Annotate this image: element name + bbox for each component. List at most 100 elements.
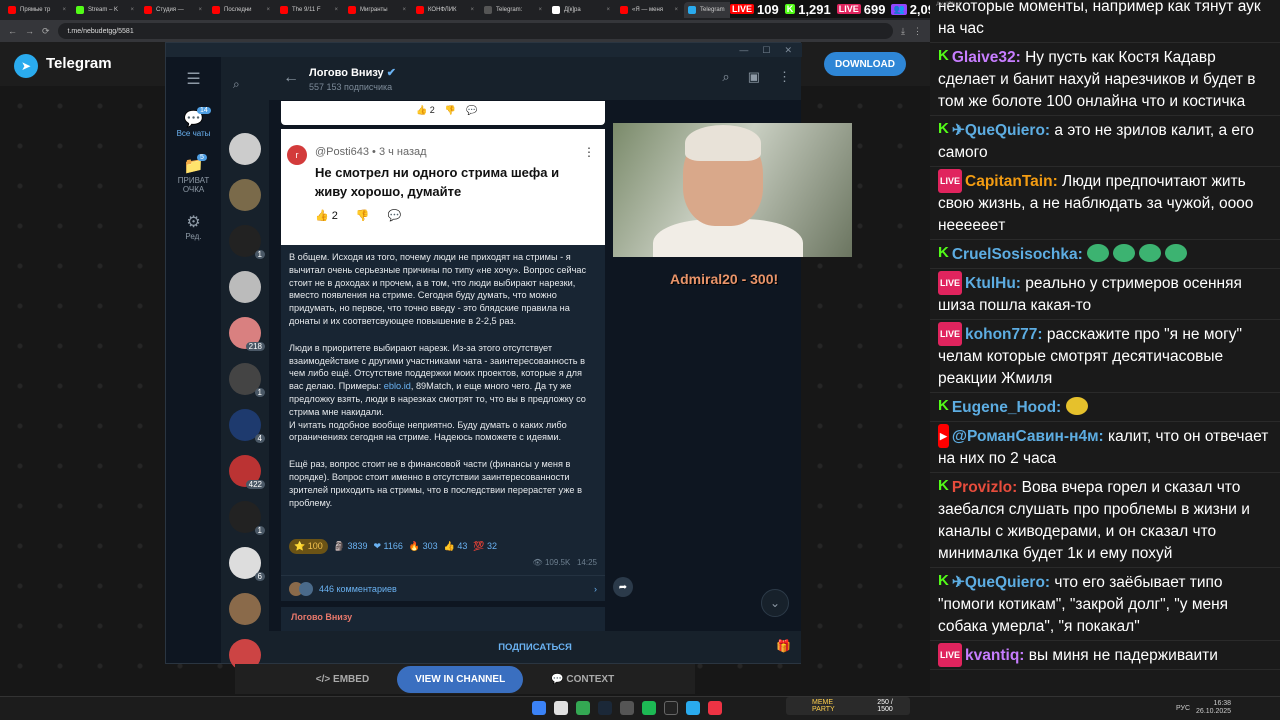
browser-tab[interactable]: «Я — меня ×	[616, 2, 682, 18]
download-icon[interactable]: ⤓	[901, 26, 905, 37]
chat-username[interactable]: kvantiq:	[965, 647, 1029, 664]
reload-icon[interactable]: ⟳	[42, 26, 50, 37]
back-icon[interactable]: ←	[8, 26, 17, 36]
browser-tab[interactable]: Stream – K ×	[72, 2, 138, 18]
windows-start-icon[interactable]	[532, 701, 546, 715]
minimize-icon[interactable]: —	[739, 45, 748, 55]
close-icon[interactable]: ×	[266, 7, 270, 13]
embed-button[interactable]: </> EMBED	[316, 674, 369, 685]
chat-avatar[interactable]: 1	[229, 225, 265, 259]
chat-avatar[interactable]: 4	[229, 409, 265, 443]
close-icon[interactable]: ×	[334, 7, 338, 13]
channel-name[interactable]: Логово Внизу ✔	[309, 66, 396, 79]
context-button[interactable]: 💬 CONTEXT	[551, 674, 614, 685]
maximize-icon[interactable]: ☐	[762, 45, 770, 56]
search-icon[interactable]: ⌕	[233, 77, 240, 92]
close-icon[interactable]: ×	[62, 7, 66, 13]
reaction-chip[interactable]: 🗿 3839	[334, 539, 368, 554]
chat-avatar[interactable]: 1	[229, 501, 265, 535]
close-icon[interactable]: ✕	[784, 45, 792, 56]
url-field[interactable]: t.me/nebudetgg/5581	[57, 23, 894, 39]
gift-icon[interactable]: 🎁	[776, 639, 791, 653]
chat-username[interactable]: @РоманСавин-н4м:	[952, 428, 1108, 445]
reaction-chip[interactable]: 💯 32	[473, 539, 497, 554]
close-icon[interactable]: ×	[198, 7, 202, 13]
download-button[interactable]: DOWNLOAD	[824, 52, 906, 76]
platform-icon: LIVE	[730, 4, 755, 14]
close-icon[interactable]: ×	[606, 7, 610, 13]
telegram-icon[interactable]	[686, 701, 700, 715]
chat-avatar[interactable]	[229, 593, 261, 625]
folder-edit[interactable]: ⚙ Ред.	[166, 212, 221, 241]
close-icon[interactable]: ×	[130, 7, 134, 13]
browser-tab[interactable]: Прямые тр ×	[4, 2, 70, 18]
share-icon[interactable]: ➦	[613, 577, 633, 597]
tab-favicon-icon	[280, 6, 288, 14]
thumbs-down-icon[interactable]: 👎	[356, 209, 370, 222]
embed-bar: </> EMBED VIEW IN CHANNEL 💬 CONTEXT	[235, 664, 695, 694]
app-icon[interactable]	[620, 701, 634, 715]
scroll-down-icon[interactable]: ⌄	[761, 589, 789, 617]
tab-label: Stream – K	[88, 7, 119, 13]
sidebar-toggle-icon[interactable]: ▣	[748, 69, 760, 85]
app-icon[interactable]	[708, 701, 722, 715]
chat-avatar[interactable]	[229, 179, 261, 211]
browser-tab[interactable]: КОНФЛИК ×	[412, 2, 478, 18]
chat-username[interactable]: Glaive32:	[952, 49, 1025, 66]
close-icon[interactable]: ×	[470, 7, 474, 13]
reaction-chip[interactable]: ❤ 1166	[373, 539, 402, 554]
explorer-icon[interactable]	[554, 701, 568, 715]
folder-private[interactable]: 📁 5 ПРИВАТ ОЧКА	[166, 154, 221, 194]
reaction-chip[interactable]: 🔥 303	[409, 539, 438, 554]
chat-avatar[interactable]: 218	[229, 317, 265, 351]
chat-username[interactable]: CruelSosisochka:	[952, 246, 1087, 263]
reaction-chip[interactable]: 👍 43	[444, 539, 468, 554]
browser-tab[interactable]: Д[к]ра ×	[548, 2, 614, 18]
prev-reactions[interactable]: 👍 2 👎 💬	[416, 105, 477, 116]
obs-icon[interactable]	[664, 701, 678, 715]
forward-icon[interactable]: →	[25, 26, 34, 36]
close-icon[interactable]: ×	[538, 7, 542, 13]
close-icon[interactable]: ×	[402, 7, 406, 13]
clock[interactable]: 16:38 26.10.2025	[1196, 700, 1231, 716]
comments-button[interactable]: 446 комментариев ›	[281, 575, 605, 601]
folder-all-chats[interactable]: 💬 14 Все чаты	[166, 107, 221, 138]
comment-icon[interactable]: 💬	[388, 209, 402, 222]
chat-username[interactable]: ✈QueQuiero:	[952, 122, 1055, 139]
tab-label: Telegram	[700, 7, 725, 13]
browser-tab[interactable]: Последни ×	[208, 2, 274, 18]
more-icon[interactable]: ⋮	[583, 145, 595, 159]
browser-tab[interactable]: Мигранты ×	[344, 2, 410, 18]
chat-avatar[interactable]	[229, 133, 261, 165]
chat-username[interactable]: CapitanTain:	[965, 173, 1062, 190]
reaction-chip[interactable]: ⭐ 100	[289, 539, 328, 554]
browser-tab[interactable]: Студия — ×	[140, 2, 206, 18]
browser-tab[interactable]: Telegram: ×	[480, 2, 546, 18]
chat-avatar[interactable]: 6	[229, 547, 265, 581]
chat-avatar[interactable]: 1	[229, 363, 265, 397]
chat-username[interactable]: KtulHu:	[965, 275, 1025, 292]
post-link[interactable]: eblo.id	[384, 381, 411, 391]
browser-tab[interactable]: The 9/11 F ×	[276, 2, 342, 18]
spotify-icon[interactable]	[642, 701, 656, 715]
chat-username[interactable]: ✈QueQuiero:	[952, 574, 1055, 591]
chat-username[interactable]: Provizlo:	[952, 479, 1022, 496]
language-indicator[interactable]: РУС	[1176, 705, 1190, 712]
back-arrow-icon[interactable]: ←	[283, 69, 299, 87]
hamburger-icon[interactable]: ☰	[166, 69, 221, 89]
search-icon[interactable]: ⌕	[722, 69, 729, 85]
tab-label: КОНФЛИК	[428, 7, 457, 13]
chat-avatar[interactable]	[229, 271, 261, 303]
steam-icon[interactable]	[598, 701, 612, 715]
chat-username[interactable]: kohon777:	[965, 326, 1047, 343]
chat-username[interactable]: Eugene_Hood:	[952, 399, 1066, 416]
subscribe-button[interactable]: ПОДПИСАТЬСЯ 🎁	[269, 631, 801, 663]
chrome-icon[interactable]	[576, 701, 590, 715]
close-icon[interactable]: ×	[674, 7, 678, 13]
menu-icon[interactable]: ⋮	[913, 26, 922, 37]
thumbs-up-icon[interactable]: 👍 2	[315, 209, 338, 222]
chat-avatar[interactable]: 422	[229, 455, 265, 489]
view-in-channel-button[interactable]: VIEW IN CHANNEL	[397, 665, 524, 693]
more-icon[interactable]: ⋮	[778, 69, 791, 85]
tab-favicon-icon	[620, 6, 628, 14]
